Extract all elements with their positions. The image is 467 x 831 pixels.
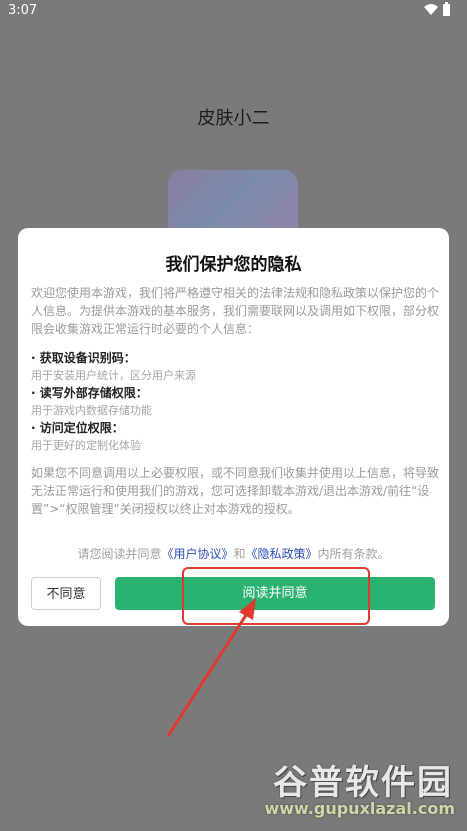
watermark: 谷普软件园 www.gupuxlazal.com [251,755,463,825]
watermark-url: www.gupuxlazal.com [264,799,455,818]
watermark-brand: 谷普软件园 [273,763,453,803]
arrow-annotation-icon [166,598,256,737]
